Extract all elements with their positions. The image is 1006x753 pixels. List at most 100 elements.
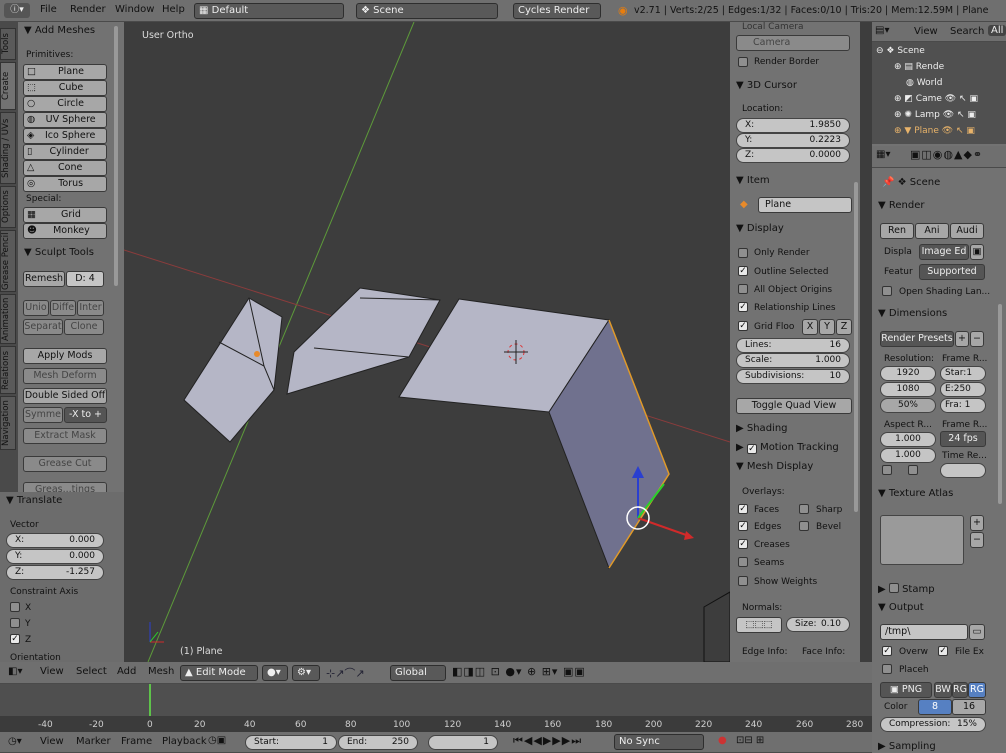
normals-toggle-buttons[interactable]: ⬚⬚⬚ xyxy=(736,617,782,633)
display-header[interactable]: ▼ Display xyxy=(736,223,784,234)
border-checkbox[interactable] xyxy=(882,465,892,475)
grid-lines-field[interactable]: Lines: 16 xyxy=(736,338,850,353)
output-path-field[interactable]: /tmp\ xyxy=(880,624,968,640)
constraint-z-checkbox[interactable]: ✓ xyxy=(10,634,20,644)
select-menu[interactable]: Select xyxy=(76,666,107,677)
render-border-checkbox[interactable] xyxy=(738,57,748,67)
normal-size-field[interactable]: Size: 0.10 xyxy=(786,617,850,632)
view-menu[interactable]: View xyxy=(40,666,64,677)
add-menu[interactable]: Add xyxy=(117,666,136,677)
seams-checkbox[interactable] xyxy=(738,557,748,567)
visibility-eye-icon[interactable]: 👁 ↖ ▣ xyxy=(942,94,978,104)
faces-checkbox[interactable]: ✓ xyxy=(738,504,748,514)
resolution-x-field[interactable]: 1920 xyxy=(880,366,936,381)
outline-selected-checkbox[interactable]: ✓ xyxy=(738,266,748,276)
extract-mask-button[interactable]: Extract Mask xyxy=(23,428,107,444)
add-monkey-button[interactable]: ☻ Monkey xyxy=(23,223,107,239)
preview-range-icon[interactable]: ◷▣ xyxy=(208,735,226,746)
outliner-search-menu[interactable]: Search xyxy=(950,26,984,37)
outliner-item-scene[interactable]: ⊖ ❖ Scene xyxy=(876,46,925,56)
outliner-item-world[interactable]: ◍ World xyxy=(906,78,943,88)
remove-preset-button[interactable]: − xyxy=(970,331,984,347)
cursor-x-field[interactable]: X: 1.9850 xyxy=(736,118,850,133)
record-icon[interactable]: ● xyxy=(718,735,727,746)
outliner-item-camera[interactable]: ⊕ ◩ Came 👁 ↖ ▣ xyxy=(894,94,978,104)
visibility-eye-icon[interactable]: 👁 ↖ ▣ xyxy=(939,126,975,136)
viewport-canvas[interactable] xyxy=(124,22,730,662)
item-name-field[interactable]: Plane xyxy=(758,197,852,213)
tab-animation[interactable]: Animation xyxy=(0,294,16,344)
symmetrize-direction-select[interactable]: -X to + xyxy=(64,407,107,423)
texture-atlas-header[interactable]: ▼ Texture Atlas xyxy=(878,488,953,499)
resolution-percent-field[interactable]: 50% xyxy=(880,398,936,413)
atlas-add-button[interactable]: + xyxy=(970,515,984,531)
remesh-depth-field[interactable]: D: 4 xyxy=(66,271,104,287)
union-button[interactable]: Unio xyxy=(23,300,49,316)
menu-file[interactable]: File xyxy=(40,4,57,15)
frame-start-field[interactable]: Star:1 xyxy=(940,366,986,381)
aspect-x-field[interactable]: 1.000 xyxy=(880,432,936,447)
menu-render[interactable]: Render xyxy=(70,4,106,15)
outliner-item-lamp[interactable]: ⊕ ✺ Lamp 👁 ↖ ▣ xyxy=(894,110,976,120)
clone-button[interactable]: Clone xyxy=(64,319,104,335)
color-depth-8-button[interactable]: 8 xyxy=(918,699,952,715)
item-header[interactable]: ▼ Item xyxy=(736,175,770,186)
tab-shading-uvs[interactable]: Shading / UVs xyxy=(0,112,16,184)
frame-rate-select[interactable]: 24 fps xyxy=(940,431,986,447)
properties-scrollbar[interactable] xyxy=(998,304,1002,504)
mesh-display-header[interactable]: ▼ Mesh Display xyxy=(736,461,813,472)
keying-set-icons[interactable]: ⊡⊟ ⊞ xyxy=(736,735,764,746)
translate-x-field[interactable]: X: 0.000 xyxy=(6,533,104,548)
grid-scale-field[interactable]: Scale: 1.000 xyxy=(736,353,850,368)
motion-tracking-checkbox[interactable]: ✓ xyxy=(746,444,757,454)
all-origins-checkbox[interactable] xyxy=(738,284,748,294)
add-preset-button[interactable]: + xyxy=(955,331,969,347)
creases-checkbox[interactable]: ✓ xyxy=(738,539,748,549)
outliner-item-render[interactable]: ⊕ ▤ Rende xyxy=(894,62,944,72)
render-animation-button[interactable]: Ani xyxy=(915,223,949,239)
translate-y-field[interactable]: Y: 0.000 xyxy=(6,549,104,564)
grid-axis-x-button[interactable]: X xyxy=(802,319,818,335)
file-format-select[interactable]: ▣ PNG xyxy=(880,682,932,698)
mode-select[interactable]: ▲ Edit Mode xyxy=(180,665,258,681)
grease-cut-button[interactable]: Grease Cut xyxy=(23,456,107,472)
grid-axis-y-button[interactable]: Y xyxy=(819,319,835,335)
tool-shelf-scrollbar[interactable] xyxy=(114,26,118,286)
grid-floor-checkbox[interactable]: ✓ xyxy=(738,321,748,331)
osl-checkbox[interactable] xyxy=(882,286,892,296)
add-cylinder-button[interactable]: ▯ Cylinder xyxy=(23,144,107,160)
relationship-lines-checkbox[interactable]: ✓ xyxy=(738,302,748,312)
add-uv-sphere-button[interactable]: ◍ UV Sphere xyxy=(23,112,107,128)
frame-step-field[interactable]: Fra: 1 xyxy=(940,398,986,413)
layout-selector[interactable]: ▦ Default xyxy=(194,3,344,19)
placeholders-checkbox[interactable] xyxy=(882,664,892,674)
time-remap-field[interactable] xyxy=(940,463,986,478)
render-image-button[interactable]: Ren xyxy=(880,223,914,239)
color-rgba-button[interactable]: RG xyxy=(968,682,986,698)
frame-menu[interactable]: Frame xyxy=(121,736,152,747)
compression-field[interactable]: Compression: 15% xyxy=(880,717,986,732)
timeline-view-menu[interactable]: View xyxy=(40,736,64,747)
folder-icon[interactable]: ▭ xyxy=(969,624,985,640)
grid-axis-z-button[interactable]: Z xyxy=(836,319,852,335)
shading-select[interactable]: ●▾ xyxy=(262,665,288,681)
playback-controls[interactable]: ⏮◀◀▶▶▶⏭ xyxy=(513,734,582,748)
sculpt-tools-header[interactable]: ▼ Sculpt Tools xyxy=(24,247,94,258)
pin-icon[interactable]: 📌 xyxy=(882,177,898,188)
add-cube-button[interactable]: ⬚ Cube xyxy=(23,80,107,96)
bevel-checkbox[interactable] xyxy=(799,521,809,531)
sync-mode-select[interactable]: No Sync xyxy=(614,734,704,750)
outliner-item-plane[interactable]: ⊕ ▼ Plane 👁 ↖ ▣ xyxy=(894,126,975,136)
constraint-y-checkbox[interactable] xyxy=(10,618,20,628)
timeline[interactable] xyxy=(0,684,872,732)
stamp-checkbox[interactable] xyxy=(888,583,899,593)
sampling-header[interactable]: ▶ Sampling xyxy=(878,741,936,752)
feature-set-select[interactable]: Supported xyxy=(919,264,985,280)
remesh-button[interactable]: Remesh xyxy=(23,271,65,287)
tab-options[interactable]: Options xyxy=(0,186,16,228)
add-meshes-header[interactable]: ▼ Add Meshes xyxy=(24,25,95,36)
marker-menu[interactable]: Marker xyxy=(76,736,111,747)
tab-relations[interactable]: Relations xyxy=(0,346,16,394)
layer-icons[interactable]: ◧◨◫ ⊡ ●▾ ⊕ ⊞▾ ▣▣ xyxy=(452,665,586,678)
display-select[interactable]: Image Ed xyxy=(919,244,969,260)
